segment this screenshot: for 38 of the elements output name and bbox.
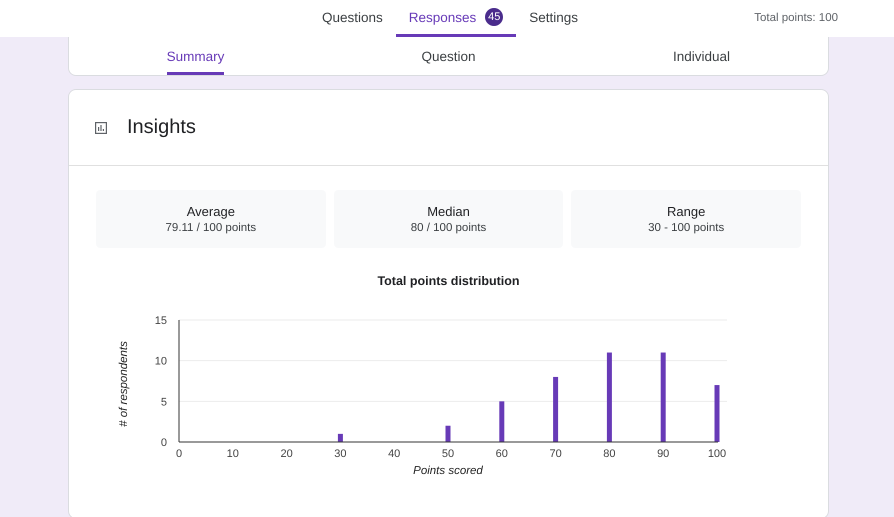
bar [553, 376, 558, 442]
stat-value: 30 - 100 points [648, 222, 724, 234]
axis-tick-label: 0 [160, 437, 167, 449]
bar [714, 385, 720, 442]
axis-title: Points scored [413, 465, 483, 477]
axis-tick-label: 10 [154, 356, 167, 368]
view-tab[interactable]: Individual [672, 37, 730, 75]
total-points: Total points: 100 [754, 12, 838, 24]
axis-tick-label: 20 [280, 448, 293, 460]
bar [446, 426, 450, 442]
axis-title: # of respondents [118, 341, 130, 427]
axis-tick-label: 15 [154, 315, 167, 327]
axis-tick-label: 100 [708, 448, 726, 460]
axis-tick-label: 70 [549, 448, 562, 460]
stat-value: 80 / 100 points [410, 222, 486, 234]
axis-tick-label: 0 [176, 448, 182, 460]
count-badge: 45 [485, 8, 504, 26]
bar-chart-icon [95, 122, 107, 134]
stat-label: Median [427, 204, 470, 219]
axis-tick-label: 30 [334, 448, 347, 460]
axis-tick-label: 90 [657, 448, 670, 460]
axis-tick-label: 40 [388, 448, 400, 460]
stat-label: Range [667, 204, 706, 219]
axis-tick-label: 80 [603, 448, 616, 460]
axis-tick-label: 60 [496, 448, 508, 460]
view-tab[interactable]: Question [421, 37, 476, 75]
axis-tick-label: 5 [160, 396, 167, 408]
stat-value: 79.11 / 100 points [166, 222, 256, 234]
nav-tab[interactable]: Questions [308, 0, 396, 37]
bar [338, 434, 343, 442]
view-tab[interactable]: Summary [166, 37, 224, 75]
axis-tick-label: 10 [226, 448, 239, 460]
card-title: Insights [127, 116, 196, 139]
chart-title: Total points distribution [376, 274, 521, 288]
axis-tick-label: 50 [442, 448, 454, 460]
stat-label: Average [186, 204, 235, 219]
nav-tab[interactable]: Settings [516, 0, 592, 37]
bar [499, 401, 504, 442]
